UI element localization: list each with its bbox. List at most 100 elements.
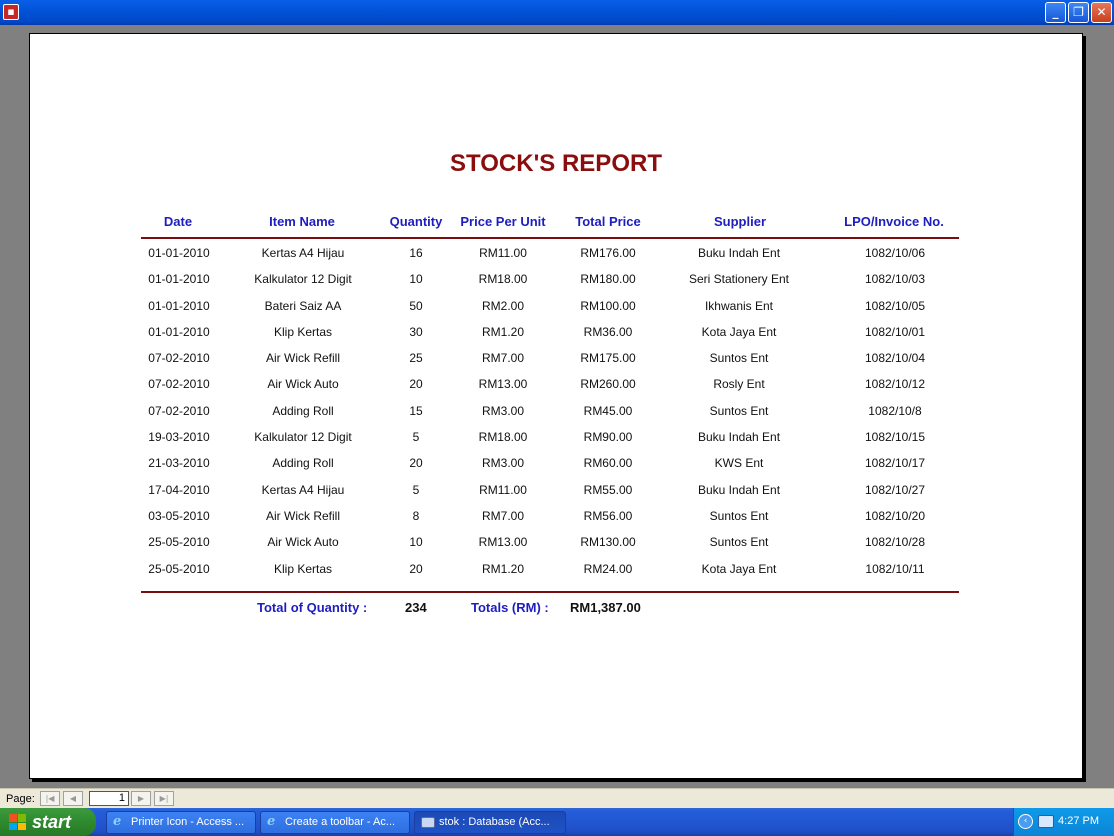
last-page-button[interactable]: ▶|	[154, 791, 174, 806]
cell-date: 07-02-2010	[148, 377, 210, 392]
first-page-button[interactable]: |◀	[40, 791, 60, 806]
ie-icon: e	[113, 814, 122, 829]
restore-button[interactable]: ❐	[1068, 2, 1089, 23]
taskbar-item-label: Create a toolbar - Ac...	[285, 816, 396, 828]
cell-price-per-unit: RM7.00	[481, 508, 525, 523]
cell-price-per-unit: RM13.00	[478, 535, 528, 550]
cell-lpo-invoice: 1082/10/27	[864, 482, 926, 497]
table-row: 19-03-2010 Kalkulator 12 Digit 5 RM18.00 RM9…	[30, 426, 1082, 452]
database-icon	[421, 817, 435, 828]
cell-item-name: Air Wick Auto	[267, 535, 339, 550]
window-controls: _ ❐ ✕	[1045, 2, 1112, 23]
cell-item-name: Kertas A4 Hijau	[261, 246, 345, 260]
start-button[interactable]: start	[0, 808, 96, 836]
column-header-date: Date	[163, 214, 193, 229]
cell-total-price: RM24.00	[583, 561, 633, 576]
table-row: 07-02-2010 Adding Roll 15 RM3.00 RM45.00 Sunt…	[30, 400, 1082, 426]
cell-item-name: Adding Roll	[272, 403, 334, 418]
report-page: STOCK'S REPORT Date Item Name Quantity P…	[29, 33, 1083, 779]
table-row: 25-05-2010 Air Wick Auto 10 RM13.00 RM130.00…	[30, 531, 1082, 557]
cell-total-price: RM56.00	[583, 508, 633, 523]
taskbar-item-printer-icon[interactable]: e Printer Icon - Access ...	[106, 811, 256, 834]
cell-total-price: RM176.00	[580, 246, 636, 260]
cell-supplier: Suntos Ent	[709, 508, 769, 523]
network-icon[interactable]	[1038, 815, 1054, 828]
cell-supplier: Kota Jaya Ent	[701, 561, 777, 576]
cell-total-price: RM175.00	[580, 351, 636, 366]
table-row: 01-01-2010 Bateri Saiz AA 50 RM2.00 RM100.00…	[30, 295, 1082, 321]
show-hidden-icons-button[interactable]: ‹	[1018, 814, 1033, 829]
table-row: 17-04-2010 Kertas A4 Hijau 5 RM11.00 RM55.00…	[30, 479, 1082, 505]
cell-item-name: Adding Roll	[272, 456, 334, 471]
cell-price-per-unit: RM3.00	[481, 456, 525, 471]
cell-item-name: Air Wick Refill	[266, 508, 340, 523]
cell-item-name: Klip Kertas	[273, 561, 333, 576]
cell-lpo-invoice: 1082/10/01	[864, 324, 926, 339]
cell-lpo-invoice: 1082/10/11	[865, 561, 925, 576]
cell-item-name: Kalkulator 12 Digit	[254, 272, 352, 287]
cell-lpo-invoice: 1082/10/05	[864, 298, 926, 313]
table-row: 01-01-2010 Kertas A4 Hijau 16 RM11.00 RM176.…	[30, 242, 1082, 268]
cell-total-price: RM55.00	[583, 482, 633, 497]
cell-total-price: RM180.00	[580, 272, 636, 287]
table-row: 07-02-2010 Air Wick Auto 20 RM13.00 RM260.00…	[30, 373, 1082, 399]
cell-quantity: 30	[409, 324, 423, 339]
cell-price-per-unit: RM13.00	[478, 377, 528, 392]
cell-total-price: RM60.00	[583, 456, 633, 471]
cell-item-name: Kalkulator 12 Digit	[254, 430, 352, 445]
cell-lpo-invoice: 1082/10/04	[864, 351, 926, 366]
taskbar-item-create-toolbar[interactable]: e Create a toolbar - Ac...	[260, 811, 410, 834]
cell-date: 07-02-2010	[148, 351, 210, 366]
cell-supplier: Suntos Ent	[709, 351, 769, 366]
page-number-input[interactable]: 1	[89, 791, 129, 806]
cell-date: 01-01-2010	[148, 246, 210, 260]
cell-supplier: KWS Ent	[714, 456, 764, 471]
cell-price-per-unit: RM11.00	[479, 482, 527, 497]
close-button[interactable]: ✕	[1091, 2, 1112, 23]
minimize-button[interactable]: _	[1045, 2, 1066, 23]
cell-quantity: 20	[409, 561, 423, 576]
cell-lpo-invoice: 1082/10/03	[864, 272, 926, 287]
windows-flag-icon	[9, 814, 26, 830]
access-app-icon[interactable]: ▪	[3, 4, 19, 20]
cell-price-per-unit: RM7.00	[481, 351, 525, 366]
cell-item-name: Air Wick Auto	[267, 377, 339, 392]
cell-quantity: 20	[409, 377, 423, 392]
column-header-supplier: Supplier	[713, 214, 767, 229]
cell-item-name: Bateri Saiz AA	[264, 298, 342, 313]
cell-item-name: Kertas A4 Hijau	[261, 482, 345, 497]
next-page-button[interactable]: ▶	[131, 791, 151, 806]
table-row: 21-03-2010 Adding Roll 20 RM3.00 RM60.00 KWS …	[30, 452, 1082, 478]
cell-date: 01-01-2010	[148, 298, 210, 313]
cell-quantity: 50	[409, 298, 423, 313]
cell-total-price: RM45.00	[583, 403, 633, 418]
cell-item-name: Air Wick Refill	[266, 351, 340, 366]
cell-total-price: RM260.00	[580, 377, 636, 392]
cell-quantity: 8	[412, 508, 420, 523]
cell-price-per-unit: RM11.00	[479, 246, 527, 260]
cell-price-per-unit: RM3.00	[481, 403, 525, 418]
clock[interactable]: 4:27 PM	[1058, 815, 1099, 827]
cell-supplier: Kota Jaya Ent	[701, 324, 777, 339]
cell-price-per-unit: RM18.00	[478, 430, 528, 445]
table-row: 01-01-2010 Klip Kertas 30 RM1.20 RM36.00 Kota…	[30, 321, 1082, 347]
cell-date: 25-05-2010	[148, 535, 210, 550]
taskbar-item-label: stok : Database (Acc...	[439, 816, 550, 828]
table-row: 07-02-2010 Air Wick Refill 25 RM7.00 RM175.0…	[30, 347, 1082, 373]
cell-total-price: RM90.00	[583, 430, 633, 445]
taskbar-item-stok-database[interactable]: stok : Database (Acc...	[414, 811, 566, 834]
cell-price-per-unit: RM2.00	[481, 298, 525, 313]
column-header-item-name: Item Name	[269, 214, 335, 229]
cell-quantity: 10	[409, 535, 423, 550]
cell-date: 01-01-2010	[148, 324, 210, 339]
cell-date: 21-03-2010	[148, 456, 210, 471]
cell-total-price: RM36.00	[583, 324, 633, 339]
cell-price-per-unit: RM1.20	[481, 561, 525, 576]
column-header-total-price: Total Price	[575, 214, 641, 229]
previous-page-button[interactable]: ◀	[63, 791, 83, 806]
start-label: start	[32, 812, 72, 832]
header-divider	[141, 237, 959, 239]
table-row: 25-05-2010 Klip Kertas 20 RM1.20 RM24.00 Kota…	[30, 558, 1082, 584]
report-viewport[interactable]: STOCK'S REPORT Date Item Name Quantity P…	[0, 25, 1114, 788]
cell-date: 17-04-2010	[148, 482, 210, 497]
